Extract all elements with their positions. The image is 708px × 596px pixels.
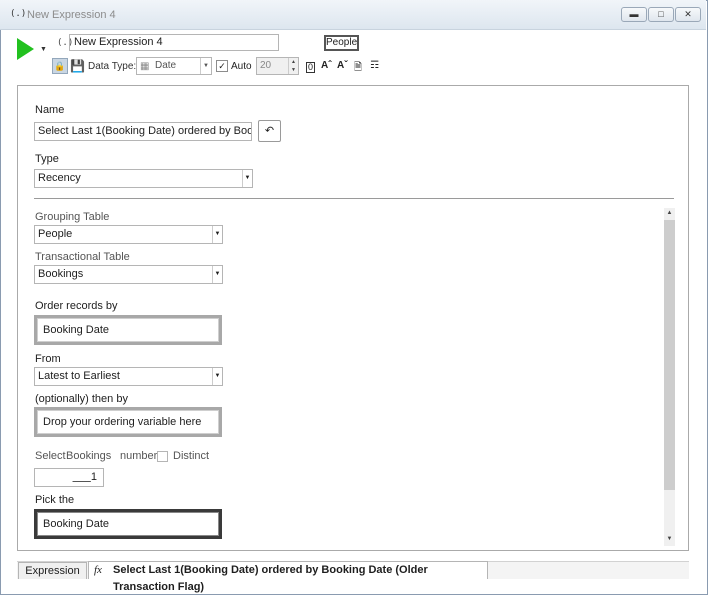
hierarchy-icon[interactable]: ☶ — [370, 60, 379, 71]
count-input[interactable]: 1 — [34, 468, 104, 487]
calendar-icon: ▦ — [140, 61, 150, 72]
grouping-table-value: People — [38, 228, 73, 240]
lock-icon[interactable]: 🔒 — [52, 58, 68, 74]
chevron-down-icon: ▼ — [200, 58, 211, 74]
name-input[interactable]: Select Last 1(Booking Date) ordered by B… — [34, 122, 252, 141]
chevron-down-icon: ▼ — [212, 368, 222, 385]
document-icon[interactable]: 🗎 — [354, 60, 362, 77]
type-select[interactable]: Recency ▼ — [34, 169, 253, 188]
scroll-up-icon[interactable]: ▲ — [664, 208, 675, 219]
undo-icon: ↶ — [264, 125, 275, 137]
then-by-label: (optionally) then by — [35, 393, 128, 405]
run-icon[interactable] — [17, 38, 34, 60]
from-select[interactable]: Latest to Earliest ▼ — [34, 367, 223, 386]
formula-text: Select Last 1(Booking Date) ordered by B… — [113, 564, 428, 593]
type-label: Type — [35, 153, 59, 165]
from-value: Latest to Earliest — [38, 370, 120, 382]
from-label: From — [35, 353, 61, 365]
length-stepper[interactable]: 20 ▲ ▼ — [256, 57, 299, 75]
font-increase-icon[interactable]: Aˆ — [321, 60, 332, 71]
window-title: New Expression 4 — [27, 9, 116, 21]
transactional-table-label: Transactional Table — [35, 251, 130, 263]
chevron-down-icon: ▼ — [242, 170, 252, 187]
then-by-drop-zone[interactable]: Drop your ordering variable here — [34, 407, 222, 437]
minimize-button[interactable]: ▬ — [621, 7, 647, 22]
transactional-table-value: Bookings — [38, 268, 84, 280]
scrollbar-thumb[interactable] — [664, 220, 675, 490]
undo-button[interactable]: ↶ — [258, 120, 281, 142]
data-type-value: Date — [155, 60, 177, 71]
fx-icon: fx — [94, 564, 102, 576]
transactional-table-select[interactable]: Bookings ▼ — [34, 265, 223, 284]
order-by-label: Order records by — [35, 300, 118, 312]
maximize-icon: □ — [658, 9, 664, 19]
chevron-down-icon: ▼ — [212, 226, 222, 243]
distinct-checkbox[interactable] — [157, 451, 168, 462]
font-decrease-icon[interactable]: Aˇ — [337, 60, 348, 71]
check-icon: ✓ — [218, 61, 226, 71]
data-type-select[interactable]: ▦ Date ▼ — [136, 57, 212, 75]
save-icon[interactable]: 💾 — [70, 58, 85, 74]
field-size-icon[interactable]: 0 — [306, 62, 316, 73]
close-button[interactable]: ✕ — [675, 7, 701, 22]
table-chip[interactable]: People — [324, 35, 359, 51]
minimize-icon: ▬ — [629, 9, 639, 19]
pick-drop-zone[interactable]: Booking Date — [34, 509, 222, 539]
grouping-table-label: Grouping Table — [35, 211, 110, 223]
pick-label: Pick the — [35, 494, 75, 506]
select-label: Select — [35, 450, 66, 462]
expression-name-input[interactable]: New Expression 4 — [69, 34, 279, 51]
run-dropdown-icon[interactable]: ▼ — [40, 46, 47, 53]
select-number-label: number — [120, 450, 158, 462]
name-label: Name — [35, 104, 65, 116]
auto-label: Auto — [231, 61, 252, 72]
distinct-label: Distinct — [173, 450, 210, 462]
grouping-table-select[interactable]: People ▼ — [34, 225, 223, 244]
chevron-down-icon: ▼ — [212, 266, 222, 283]
data-type-label: Data Type: — [88, 61, 137, 72]
maximize-button[interactable]: □ — [648, 7, 674, 22]
count-value: 1 — [90, 471, 97, 483]
type-value: Recency — [38, 172, 81, 184]
section-divider — [34, 198, 674, 199]
tab-formula[interactable]: fx Select Last 1(Booking Date) ordered b… — [88, 561, 488, 593]
close-icon: ✕ — [684, 9, 692, 19]
tab-expression[interactable]: Expression — [18, 562, 87, 579]
length-value: 20 — [260, 60, 272, 71]
select-table-label: Bookings — [66, 450, 112, 462]
spinner-arrows-icon[interactable]: ▲ ▼ — [288, 58, 298, 74]
order-by-drop-zone[interactable]: Booking Date — [34, 315, 222, 345]
auto-checkbox[interactable]: ✓ — [216, 60, 228, 72]
scroll-down-icon[interactable]: ▼ — [664, 534, 675, 545]
expression-icon: (.) — [10, 9, 27, 19]
